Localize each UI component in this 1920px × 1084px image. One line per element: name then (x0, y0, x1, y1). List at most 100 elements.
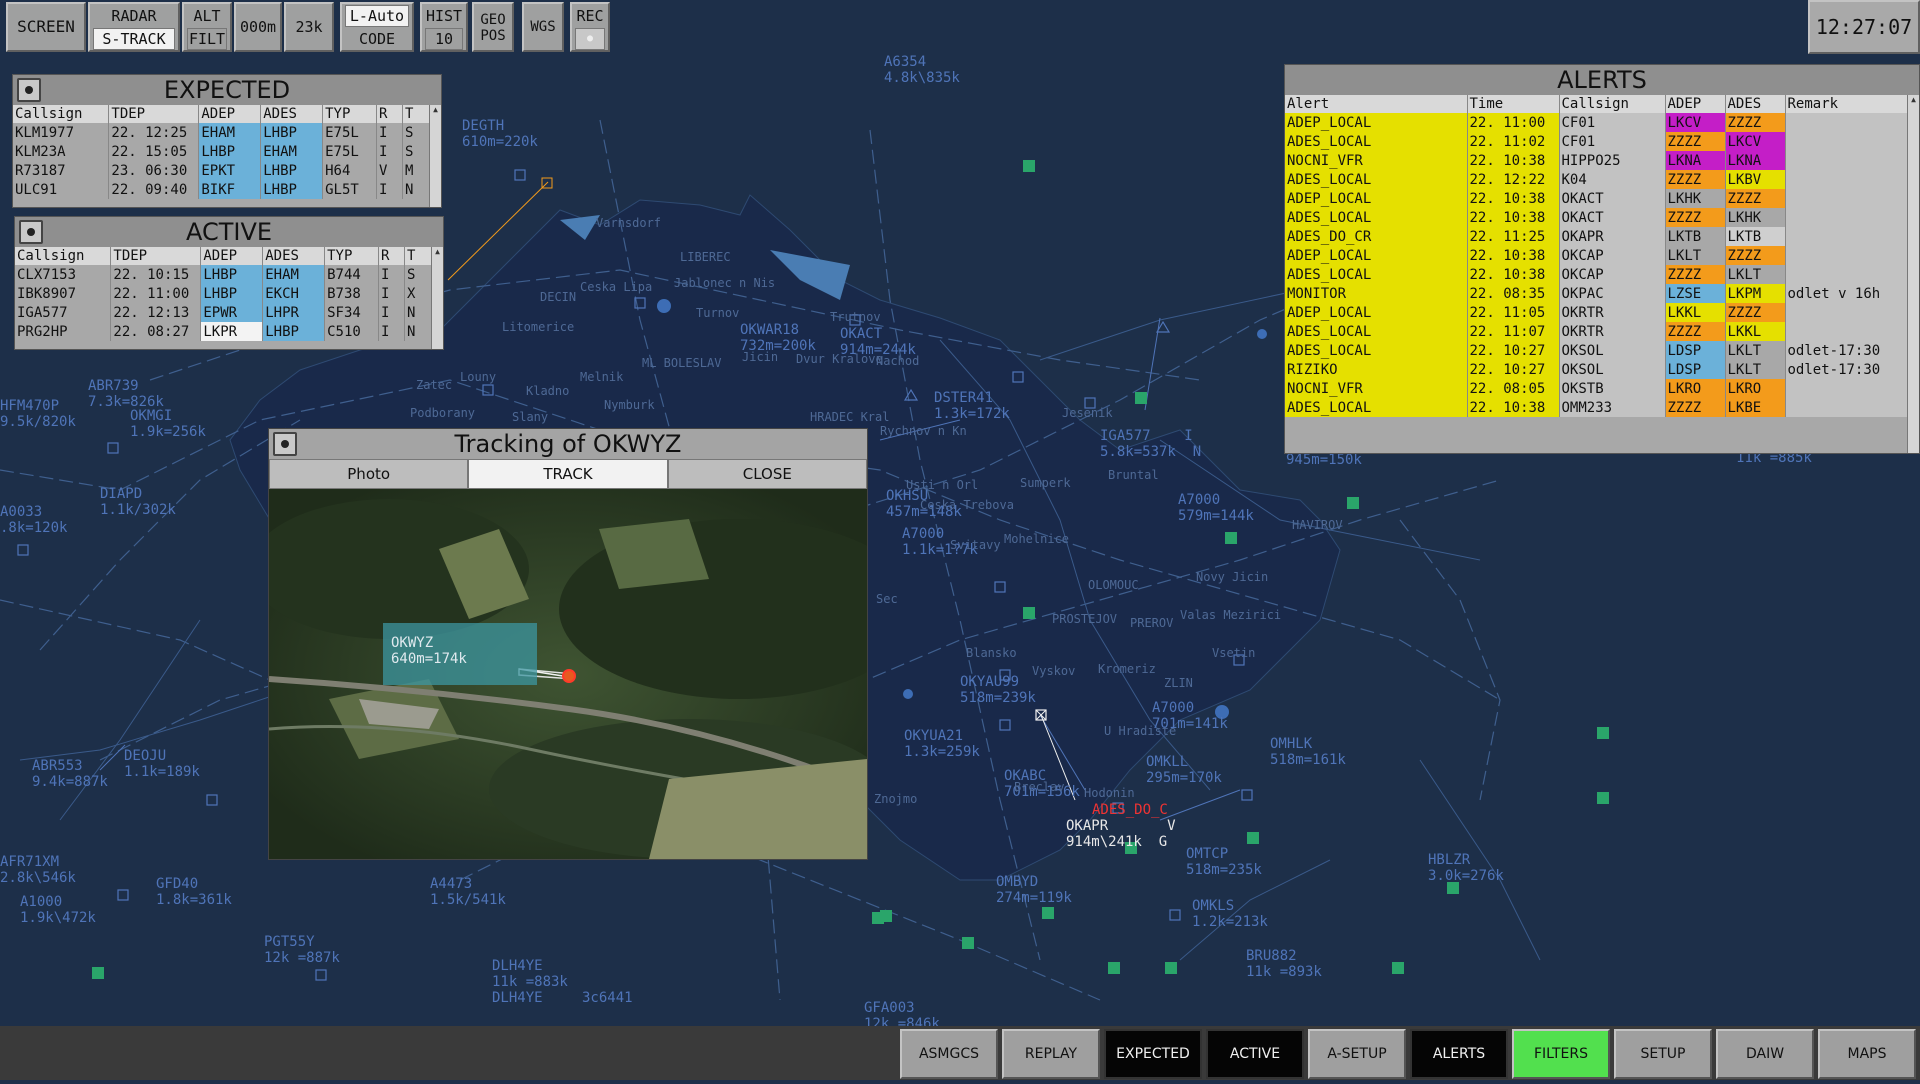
track-label[interactable]: A0033 .8k=120k (0, 504, 67, 536)
table-row[interactable]: NOCNI_VFR 22. 10:38 HIPPO25 LKNA LKNA (1285, 151, 1909, 170)
column-header[interactable]: R (378, 247, 405, 265)
track-label[interactable]: ABR739 7.3k=826k (88, 378, 164, 410)
track-label[interactable]: OKYAU99 518m=239k (960, 674, 1036, 706)
daiw-button[interactable]: DAIW (1716, 1029, 1814, 1079)
column-header[interactable]: Callsign (13, 105, 110, 123)
column-header[interactable]: Callsign (1559, 95, 1666, 113)
column-header[interactable]: Callsign (15, 247, 112, 265)
table-row[interactable]: RIZIKO 22. 10:27 OKSOL LDSP LKLT odlet-17:30 (1285, 360, 1909, 379)
track-label[interactable]: 945m=150k (1286, 452, 1362, 468)
table-row[interactable]: NOCNI_VFR 22. 08:05 OKSTB LKRO LKRO (1285, 379, 1909, 398)
expected-scrollbar[interactable]: ▲ (429, 105, 441, 207)
rec-label[interactable]: REC (572, 4, 608, 28)
track-label[interactable]: DLH4YE 11k =883k DLH4YE (492, 958, 568, 1006)
wgs-button[interactable]: WGS (522, 2, 564, 52)
track-alert-label[interactable]: ADES_DO_C (1092, 802, 1168, 818)
column-header[interactable]: T (404, 247, 434, 265)
active-button[interactable]: ACTIVE (1206, 1029, 1304, 1079)
filt-button[interactable]: FILT (187, 28, 227, 50)
table-row[interactable]: ULC91 22. 09:40 BIKF LHBP GL5T I N (13, 180, 432, 199)
alt-label[interactable]: ALT (184, 4, 230, 28)
replay-button[interactable]: REPLAY (1002, 1029, 1100, 1079)
track-label[interactable]: DSTER41 1.3k=172k (934, 390, 1010, 422)
upper-altitude-button[interactable]: 23k (284, 2, 334, 52)
alerts-scrollbar[interactable]: ▲ (1907, 95, 1919, 453)
column-header[interactable]: Alert (1285, 95, 1468, 113)
active-scrollbar[interactable]: ▲ (431, 247, 443, 349)
track-label[interactable]: IGA577 I 5.8k=537k N (1100, 428, 1201, 460)
close-button[interactable]: CLOSE (667, 459, 867, 489)
track-label[interactable]: OMHLK 518m=161k (1270, 736, 1346, 768)
screen-button[interactable]: SCREEN (6, 2, 86, 52)
track-label[interactable]: OMTCP 518m=235k (1186, 846, 1262, 878)
track-label[interactable]: 3c6441 (582, 990, 633, 1006)
table-row[interactable]: ADES_LOCAL 22. 10:38 OMM233 ZZZZ LKBE (1285, 398, 1909, 417)
panel-menu-icon[interactable] (273, 432, 297, 456)
column-header[interactable]: ADES (260, 105, 324, 123)
aircraft-position-icon[interactable] (562, 669, 576, 683)
track-label[interactable]: OKYUA21 1.3k=259k (904, 728, 980, 760)
tracking-title-bar[interactable]: Tracking of OKWYZ (269, 429, 867, 459)
track-label[interactable]: DIAPD 1.1k/302k (100, 486, 176, 518)
track-label[interactable]: OMBYD 274m=119k (996, 874, 1072, 906)
track-label[interactable]: A7000 579m=144k (1178, 492, 1254, 524)
column-header[interactable]: ADEP (1665, 95, 1726, 113)
a-setup-button[interactable]: A-SETUP (1308, 1029, 1406, 1079)
s-track-button[interactable]: S-TRACK (93, 28, 175, 50)
track-label[interactable]: A1000 1.9k\472k (20, 894, 96, 926)
asmgcs-button[interactable]: ASMGCS (900, 1029, 998, 1079)
table-row[interactable]: ADES_LOCAL 22. 11:07 OKRTR ZZZZ LKKL (1285, 322, 1909, 341)
track-label[interactable]: OKMGI 1.9k=256k (130, 408, 206, 440)
table-row[interactable]: ADES_LOCAL 22. 12:22 K04 ZZZZ LKBV (1285, 170, 1909, 189)
setup-button[interactable]: SETUP (1614, 1029, 1712, 1079)
rec-dot-icon[interactable]: ● (575, 28, 605, 50)
alerts-button[interactable]: ALERTS (1410, 1029, 1508, 1079)
table-row[interactable]: ADEP_LOCAL 22. 11:00 CF01 LKCV ZZZZ (1285, 113, 1909, 132)
column-header[interactable]: ADEP (200, 247, 264, 265)
column-header[interactable]: ADES (262, 247, 326, 265)
track-label[interactable]: ABR553 9.4k=887k (32, 758, 108, 790)
column-header[interactable]: ADEP (198, 105, 262, 123)
table-row[interactable]: IGA577 22. 12:13 EPWR LHPR SF34 I N (15, 303, 434, 322)
column-header[interactable]: ADES (1725, 95, 1786, 113)
track-label[interactable]: OMKLL 295m=170k (1146, 754, 1222, 786)
column-header[interactable]: TYP (324, 247, 380, 265)
lower-altitude-button[interactable]: 000m (234, 2, 282, 52)
table-row[interactable]: KLM23A 22. 15:05 LHBP EHAM E75L I S (13, 142, 432, 161)
aircraft-label-box[interactable]: OKWYZ 640m=174k (383, 623, 537, 685)
photo-tab[interactable]: Photo (269, 459, 469, 489)
track-label[interactable]: BRU882 11k =893k (1246, 948, 1322, 980)
expected-button[interactable]: EXPECTED (1104, 1029, 1202, 1079)
aerial-photo-map[interactable]: OKWYZ 640m=174k (269, 489, 867, 859)
column-header[interactable]: TYP (322, 105, 378, 123)
table-row[interactable]: ADES_LOCAL 22. 10:38 OKACT ZZZZ LKHK (1285, 208, 1909, 227)
table-row[interactable]: ADES_DO_CR 22. 11:25 OKAPR LKTB LKTB (1285, 227, 1909, 246)
panel-menu-icon[interactable] (19, 220, 43, 244)
table-row[interactable]: ADEP_LOCAL 22. 10:38 OKACT LKHK ZZZZ (1285, 189, 1909, 208)
panel-menu-icon[interactable] (17, 78, 41, 102)
track-label[interactable]: A4473 1.5k/541k (430, 876, 506, 908)
track-label-selected[interactable]: OKAPR V 914m\241k G (1066, 818, 1176, 850)
maps-button[interactable]: MAPS (1818, 1029, 1916, 1079)
track-label[interactable]: DEOJU 1.1k=189k (124, 748, 200, 780)
track-label[interactable]: GFD40 1.8k=361k (156, 876, 232, 908)
track-label[interactable]: OMKLS 1.2k=213k (1192, 898, 1268, 930)
geo-pos-button[interactable]: GEO POS (472, 2, 514, 52)
track-label[interactable]: HFM470P 9.5k/820k (0, 398, 76, 430)
table-row[interactable]: ADES_LOCAL 22. 11:02 CF01 ZZZZ LKCV (1285, 132, 1909, 151)
filters-button[interactable]: FILTERS (1512, 1029, 1610, 1079)
hist-value[interactable]: 10 (425, 28, 463, 50)
table-row[interactable]: ADEP_LOCAL 22. 10:38 OKCAP LKLT ZZZZ (1285, 246, 1909, 265)
track-label[interactable]: HBLZR 3.0k=276k (1428, 852, 1504, 884)
column-header[interactable]: TDEP (108, 105, 200, 123)
table-row[interactable]: MONITOR 22. 08:35 OKPAC LZSE LKPM odlet v 16h (1285, 284, 1909, 303)
table-row[interactable]: KLM1977 22. 12:25 EHAM LHBP E75L I S (13, 123, 432, 142)
column-header[interactable]: Time (1467, 95, 1560, 113)
column-header[interactable]: T (402, 105, 432, 123)
table-row[interactable]: IBK8907 22. 11:00 LHBP EKCH B738 I X (15, 284, 434, 303)
track-label[interactable]: AFR71XM 2.8k\546k (0, 854, 76, 886)
table-row[interactable]: PRG2HP 22. 08:27 LKPR LHBP C510 I N (15, 322, 434, 341)
column-header[interactable]: TDEP (110, 247, 202, 265)
track-label[interactable]: DEGTH 610m=220k (462, 118, 538, 150)
column-header[interactable]: R (376, 105, 403, 123)
